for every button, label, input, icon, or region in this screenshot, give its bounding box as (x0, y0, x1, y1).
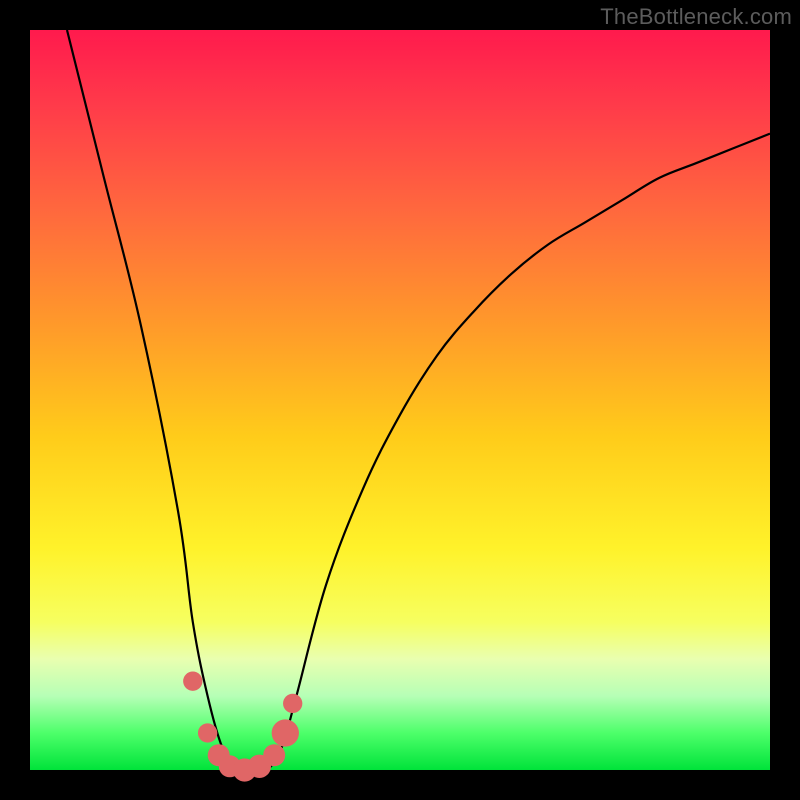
data-marker (283, 694, 302, 713)
data-marker (198, 723, 217, 742)
data-marker (272, 719, 299, 746)
attribution-text: TheBottleneck.com (600, 4, 792, 30)
data-markers (183, 672, 302, 782)
data-marker (183, 672, 202, 691)
plot-area (30, 30, 770, 770)
chart-frame: TheBottleneck.com (0, 0, 800, 800)
data-marker (263, 744, 285, 766)
bottleneck-curve (67, 30, 770, 772)
chart-svg (30, 30, 770, 770)
